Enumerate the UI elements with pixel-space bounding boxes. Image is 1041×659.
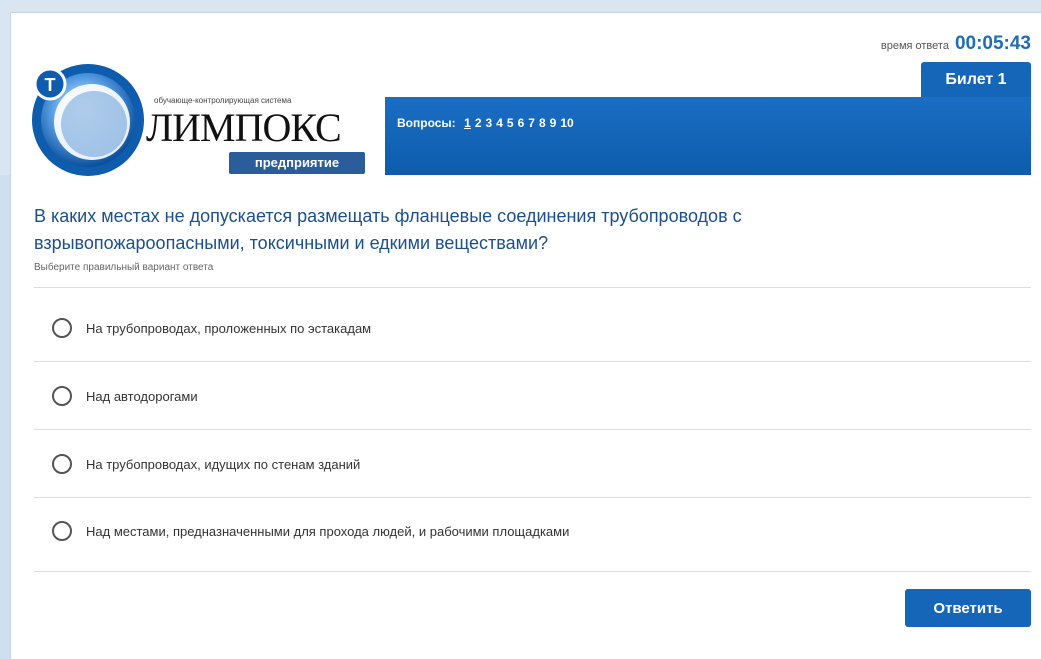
answer-option-label: Над автодорогами	[86, 388, 198, 404]
answer-option-label: На трубопроводах, идущих по стенам здани…	[86, 456, 361, 472]
limpoks-logo: Т обучающе-контролирующая система ЛИМПОК…	[28, 62, 368, 180]
radio-button[interactable]	[52, 521, 72, 541]
divider	[34, 361, 1031, 362]
questions-label: Вопросы:	[397, 116, 456, 130]
radio-button[interactable]	[52, 318, 72, 338]
ticket-tab: Билет 1	[921, 62, 1031, 98]
submit-answer-button[interactable]: Ответить	[905, 589, 1031, 627]
logo-badge: предприятие	[229, 152, 365, 174]
answer-option[interactable]: Над автодорогами	[52, 384, 1012, 408]
logo-emblem-letter: Т	[45, 75, 56, 95]
divider	[34, 571, 1031, 572]
timer-label: время ответа	[880, 40, 949, 52]
divider	[34, 497, 1031, 498]
answer-option-label: На трубопроводах, проложенных по эстакад…	[86, 320, 372, 336]
logo-name: ЛИМПОКС	[146, 105, 342, 150]
divider	[34, 287, 1031, 288]
radio-button[interactable]	[52, 386, 72, 406]
question-text: В каких местах не допускается размещать …	[34, 206, 742, 253]
radio-button[interactable]	[52, 454, 72, 474]
timer-value: 00:05:43	[954, 33, 1031, 54]
question-link-2[interactable]: 2	[475, 116, 482, 130]
answer-option[interactable]: На трубопроводах, проложенных по эстакад…	[52, 316, 1012, 340]
left-page-strip	[0, 175, 10, 659]
question-link-10[interactable]: 10	[560, 116, 573, 130]
question-link-7[interactable]: 7	[528, 116, 535, 130]
question-hint: Выберите правильный вариант ответа	[34, 262, 214, 273]
logo-emblem-icon: Т	[32, 64, 144, 176]
question-link-1[interactable]: 1	[464, 116, 471, 130]
answer-timer: время ответа 00:05:43	[881, 33, 1031, 55]
divider	[34, 429, 1031, 430]
answer-option[interactable]: Над местами, предназначенными для проход…	[52, 519, 1012, 543]
question-link-4[interactable]: 4	[496, 116, 503, 130]
question-link-6[interactable]: 6	[518, 116, 525, 130]
question-link-9[interactable]: 9	[550, 116, 557, 130]
question-link-3[interactable]: 3	[486, 116, 493, 130]
question-link-8[interactable]: 8	[539, 116, 546, 130]
question-link-5[interactable]: 5	[507, 116, 514, 130]
question-navigation-bar: Вопросы: 1 2 3 4 5 6 7 8 9 10	[385, 97, 1031, 175]
answer-option-label: Над местами, предназначенными для проход…	[86, 523, 570, 539]
answer-option[interactable]: На трубопроводах, идущих по стенам здани…	[52, 452, 1012, 476]
